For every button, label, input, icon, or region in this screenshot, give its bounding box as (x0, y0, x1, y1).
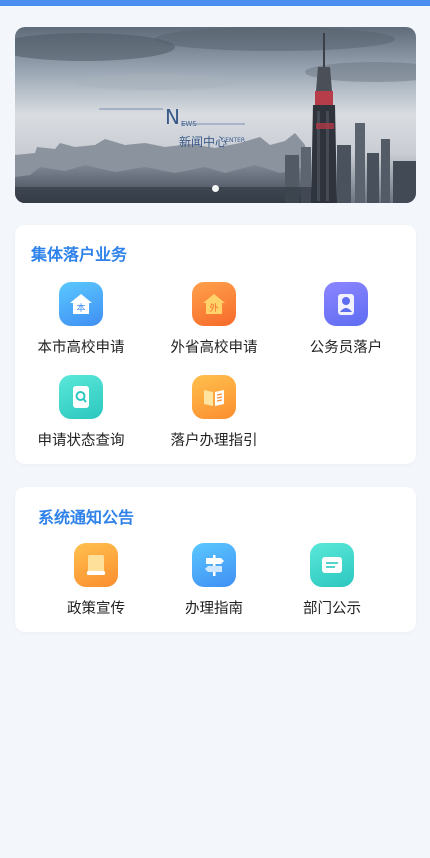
other-province-university-application[interactable]: 外 外省高校申请 (154, 282, 274, 357)
signpost-icon (192, 543, 236, 587)
section-title: 集体落户业务 (31, 245, 128, 264)
news-banner[interactable]: N EWS 新闻中心 CENTER (15, 27, 416, 203)
carousel-indicator-dot[interactable] (212, 185, 219, 192)
collective-settlement-card: 集体落户业务 本 本市高校申请 外 外省高校申请 公务员落户 申请状态查询 落户… (15, 225, 416, 464)
svg-text:外: 外 (209, 302, 218, 314)
house-icon: 外 (192, 282, 236, 326)
document-search-icon (59, 375, 103, 419)
local-university-application[interactable]: 本 本市高校申请 (21, 282, 141, 357)
handling-guide[interactable]: 办理指南 (154, 543, 274, 618)
policy-publicity[interactable]: 政策宣传 (36, 543, 156, 618)
item-label: 落户办理指引 (170, 433, 258, 449)
item-label: 办理指南 (185, 601, 243, 617)
section-title: 系统通知公告 (38, 508, 135, 527)
settlement-guide[interactable]: 落户办理指引 (154, 375, 274, 450)
book-icon (192, 375, 236, 419)
item-label: 政策宣传 (67, 601, 125, 617)
item-label: 申请状态查询 (37, 433, 125, 449)
civil-servant-settlement[interactable]: 公务员落户 (286, 282, 406, 357)
svg-text:本: 本 (76, 302, 85, 314)
person-icon (324, 282, 368, 326)
department-publicity[interactable]: 部门公示 (272, 543, 392, 618)
system-notice-card: 系统通知公告 政策宣传 办理指南 部门公示 (15, 487, 416, 632)
top-status-bar (0, 0, 430, 6)
banner-decoration-lines (99, 108, 245, 125)
message-icon (310, 543, 354, 587)
booklet-icon (74, 543, 118, 587)
application-status-query[interactable]: 申请状态查询 (21, 375, 141, 450)
house-icon: 本 (59, 282, 103, 326)
item-label: 本市高校申请 (37, 340, 125, 356)
item-label: 部门公示 (303, 601, 361, 617)
item-label: 公务员落户 (309, 340, 383, 356)
item-label: 外省高校申请 (170, 340, 258, 356)
